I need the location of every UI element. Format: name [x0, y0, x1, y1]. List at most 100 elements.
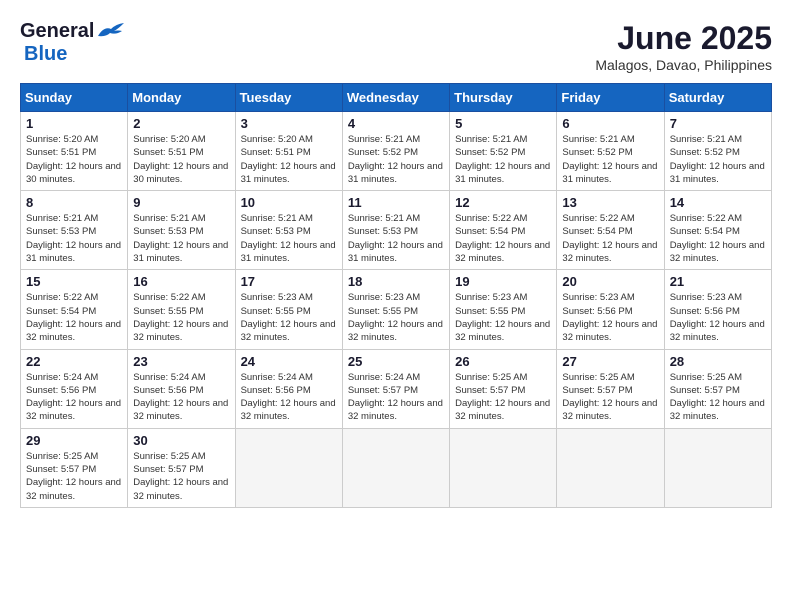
day-info: Sunrise: 5:21 AM Sunset: 5:53 PM Dayligh…	[26, 212, 122, 265]
header-tuesday: Tuesday	[235, 84, 342, 112]
header-friday: Friday	[557, 84, 664, 112]
day-info: Sunrise: 5:24 AM Sunset: 5:56 PM Dayligh…	[133, 371, 229, 424]
day-number: 9	[133, 195, 229, 210]
day-info: Sunrise: 5:20 AM Sunset: 5:51 PM Dayligh…	[133, 133, 229, 186]
day-number: 13	[562, 195, 658, 210]
day-info: Sunrise: 5:24 AM Sunset: 5:56 PM Dayligh…	[241, 371, 337, 424]
day-info: Sunrise: 5:23 AM Sunset: 5:56 PM Dayligh…	[562, 291, 658, 344]
calendar-cell: 2 Sunrise: 5:20 AM Sunset: 5:51 PM Dayli…	[128, 112, 235, 191]
day-number: 30	[133, 433, 229, 448]
day-number: 15	[26, 274, 122, 289]
day-number: 19	[455, 274, 551, 289]
day-number: 18	[348, 274, 444, 289]
calendar-cell: 29 Sunrise: 5:25 AM Sunset: 5:57 PM Dayl…	[21, 428, 128, 507]
day-number: 2	[133, 116, 229, 131]
day-number: 26	[455, 354, 551, 369]
day-number: 3	[241, 116, 337, 131]
day-info: Sunrise: 5:21 AM Sunset: 5:52 PM Dayligh…	[562, 133, 658, 186]
calendar-cell: 4 Sunrise: 5:21 AM Sunset: 5:52 PM Dayli…	[342, 112, 449, 191]
day-info: Sunrise: 5:22 AM Sunset: 5:54 PM Dayligh…	[455, 212, 551, 265]
day-number: 17	[241, 274, 337, 289]
calendar-cell: 27 Sunrise: 5:25 AM Sunset: 5:57 PM Dayl…	[557, 349, 664, 428]
day-info: Sunrise: 5:20 AM Sunset: 5:51 PM Dayligh…	[241, 133, 337, 186]
day-number: 21	[670, 274, 766, 289]
day-info: Sunrise: 5:23 AM Sunset: 5:55 PM Dayligh…	[455, 291, 551, 344]
day-info: Sunrise: 5:22 AM Sunset: 5:54 PM Dayligh…	[26, 291, 122, 344]
day-number: 8	[26, 195, 122, 210]
day-number: 6	[562, 116, 658, 131]
title-area: June 2025 Malagos, Davao, Philippines	[595, 20, 772, 73]
day-info: Sunrise: 5:22 AM Sunset: 5:54 PM Dayligh…	[562, 212, 658, 265]
calendar-cell: 11 Sunrise: 5:21 AM Sunset: 5:53 PM Dayl…	[342, 191, 449, 270]
calendar-cell: 16 Sunrise: 5:22 AM Sunset: 5:55 PM Dayl…	[128, 270, 235, 349]
calendar-cell: 30 Sunrise: 5:25 AM Sunset: 5:57 PM Dayl…	[128, 428, 235, 507]
day-info: Sunrise: 5:24 AM Sunset: 5:57 PM Dayligh…	[348, 371, 444, 424]
day-number: 11	[348, 195, 444, 210]
page-header: General Blue June 2025 Malagos, Davao, P…	[20, 20, 772, 73]
calendar-row: 22 Sunrise: 5:24 AM Sunset: 5:56 PM Dayl…	[21, 349, 772, 428]
calendar-cell: 22 Sunrise: 5:24 AM Sunset: 5:56 PM Dayl…	[21, 349, 128, 428]
calendar-cell	[664, 428, 771, 507]
calendar-cell	[557, 428, 664, 507]
calendar-cell: 18 Sunrise: 5:23 AM Sunset: 5:55 PM Dayl…	[342, 270, 449, 349]
calendar-cell	[342, 428, 449, 507]
calendar-cell: 26 Sunrise: 5:25 AM Sunset: 5:57 PM Dayl…	[450, 349, 557, 428]
calendar-cell: 13 Sunrise: 5:22 AM Sunset: 5:54 PM Dayl…	[557, 191, 664, 270]
header-monday: Monday	[128, 84, 235, 112]
day-info: Sunrise: 5:25 AM Sunset: 5:57 PM Dayligh…	[562, 371, 658, 424]
day-info: Sunrise: 5:23 AM Sunset: 5:55 PM Dayligh…	[241, 291, 337, 344]
day-info: Sunrise: 5:21 AM Sunset: 5:52 PM Dayligh…	[455, 133, 551, 186]
logo: General Blue	[20, 20, 126, 66]
header-sunday: Sunday	[21, 84, 128, 112]
day-number: 14	[670, 195, 766, 210]
calendar-cell: 7 Sunrise: 5:21 AM Sunset: 5:52 PM Dayli…	[664, 112, 771, 191]
day-number: 22	[26, 354, 122, 369]
header-thursday: Thursday	[450, 84, 557, 112]
day-number: 20	[562, 274, 658, 289]
calendar-cell: 28 Sunrise: 5:25 AM Sunset: 5:57 PM Dayl…	[664, 349, 771, 428]
day-number: 1	[26, 116, 122, 131]
day-info: Sunrise: 5:25 AM Sunset: 5:57 PM Dayligh…	[455, 371, 551, 424]
calendar-cell: 20 Sunrise: 5:23 AM Sunset: 5:56 PM Dayl…	[557, 270, 664, 349]
day-info: Sunrise: 5:21 AM Sunset: 5:53 PM Dayligh…	[241, 212, 337, 265]
calendar-cell: 14 Sunrise: 5:22 AM Sunset: 5:54 PM Dayl…	[664, 191, 771, 270]
calendar-row: 29 Sunrise: 5:25 AM Sunset: 5:57 PM Dayl…	[21, 428, 772, 507]
calendar-cell: 23 Sunrise: 5:24 AM Sunset: 5:56 PM Dayl…	[128, 349, 235, 428]
day-number: 29	[26, 433, 122, 448]
weekday-header-row: Sunday Monday Tuesday Wednesday Thursday…	[21, 84, 772, 112]
day-info: Sunrise: 5:23 AM Sunset: 5:56 PM Dayligh…	[670, 291, 766, 344]
day-info: Sunrise: 5:24 AM Sunset: 5:56 PM Dayligh…	[26, 371, 122, 424]
day-info: Sunrise: 5:20 AM Sunset: 5:51 PM Dayligh…	[26, 133, 122, 186]
day-number: 5	[455, 116, 551, 131]
calendar-cell: 17 Sunrise: 5:23 AM Sunset: 5:55 PM Dayl…	[235, 270, 342, 349]
day-number: 24	[241, 354, 337, 369]
calendar-table: Sunday Monday Tuesday Wednesday Thursday…	[20, 83, 772, 508]
header-saturday: Saturday	[664, 84, 771, 112]
calendar-cell: 5 Sunrise: 5:21 AM Sunset: 5:52 PM Dayli…	[450, 112, 557, 191]
day-number: 25	[348, 354, 444, 369]
day-info: Sunrise: 5:21 AM Sunset: 5:53 PM Dayligh…	[348, 212, 444, 265]
location-subtitle: Malagos, Davao, Philippines	[595, 57, 772, 73]
calendar-cell: 10 Sunrise: 5:21 AM Sunset: 5:53 PM Dayl…	[235, 191, 342, 270]
calendar-cell	[450, 428, 557, 507]
calendar-cell: 21 Sunrise: 5:23 AM Sunset: 5:56 PM Dayl…	[664, 270, 771, 349]
calendar-cell: 8 Sunrise: 5:21 AM Sunset: 5:53 PM Dayli…	[21, 191, 128, 270]
calendar-cell: 15 Sunrise: 5:22 AM Sunset: 5:54 PM Dayl…	[21, 270, 128, 349]
day-info: Sunrise: 5:21 AM Sunset: 5:52 PM Dayligh…	[348, 133, 444, 186]
day-info: Sunrise: 5:25 AM Sunset: 5:57 PM Dayligh…	[133, 450, 229, 503]
logo-general-text: General	[20, 20, 94, 43]
day-info: Sunrise: 5:23 AM Sunset: 5:55 PM Dayligh…	[348, 291, 444, 344]
calendar-cell	[235, 428, 342, 507]
calendar-cell: 19 Sunrise: 5:23 AM Sunset: 5:55 PM Dayl…	[450, 270, 557, 349]
calendar-cell: 1 Sunrise: 5:20 AM Sunset: 5:51 PM Dayli…	[21, 112, 128, 191]
calendar-row: 8 Sunrise: 5:21 AM Sunset: 5:53 PM Dayli…	[21, 191, 772, 270]
logo-bird-icon	[96, 21, 126, 41]
day-number: 12	[455, 195, 551, 210]
day-info: Sunrise: 5:21 AM Sunset: 5:53 PM Dayligh…	[133, 212, 229, 265]
calendar-cell: 12 Sunrise: 5:22 AM Sunset: 5:54 PM Dayl…	[450, 191, 557, 270]
day-number: 10	[241, 195, 337, 210]
month-year-title: June 2025	[595, 20, 772, 57]
logo-blue-text: Blue	[24, 43, 67, 65]
calendar-cell: 9 Sunrise: 5:21 AM Sunset: 5:53 PM Dayli…	[128, 191, 235, 270]
day-info: Sunrise: 5:22 AM Sunset: 5:55 PM Dayligh…	[133, 291, 229, 344]
